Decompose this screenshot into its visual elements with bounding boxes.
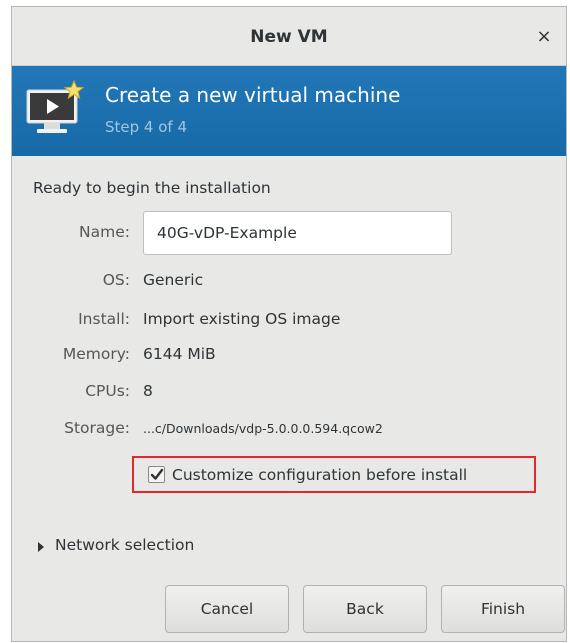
cancel-button[interactable]: Cancel [165, 585, 289, 633]
storage-label: Storage: [64, 419, 130, 437]
customize-checkbox[interactable] [148, 466, 165, 483]
customize-highlight: Customize configuration before install [132, 456, 536, 493]
window-title: New VM [250, 27, 328, 47]
back-button[interactable]: Back [303, 585, 427, 633]
cpus-value: 8 [143, 382, 153, 400]
storage-value: ...c/Downloads/vdp-5.0.0.0.594.qcow2 [143, 421, 383, 436]
memory-value: 6144 MiB [143, 345, 216, 363]
install-label: Install: [78, 310, 130, 328]
vm-name-input[interactable] [143, 211, 452, 255]
checkmark-icon [150, 468, 164, 480]
cpus-label: CPUs: [85, 382, 130, 400]
expander-arrow-icon [38, 542, 44, 552]
os-label: OS: [102, 271, 130, 289]
install-value: Import existing OS image [143, 310, 341, 328]
virtual-machine-icon [26, 80, 85, 133]
finish-button[interactable]: Finish [441, 585, 565, 633]
summary-heading: Ready to begin the installation [33, 179, 271, 197]
step-indicator: Step 4 of 4 [105, 118, 188, 136]
os-value: Generic [143, 271, 204, 289]
network-selection-label: Network selection [55, 536, 195, 554]
memory-label: Memory: [62, 345, 130, 363]
name-label: Name: [79, 223, 130, 241]
close-icon[interactable]: × [534, 27, 554, 47]
banner-title: Create a new virtual machine [105, 83, 401, 107]
wizard-banner: Create a new virtual machine Step 4 of 4 [12, 66, 566, 156]
titlebar: New VM × [12, 7, 566, 66]
customize-label[interactable]: Customize configuration before install [172, 466, 467, 484]
new-vm-dialog: New VM × Create a new virtual machine St… [11, 6, 567, 642]
